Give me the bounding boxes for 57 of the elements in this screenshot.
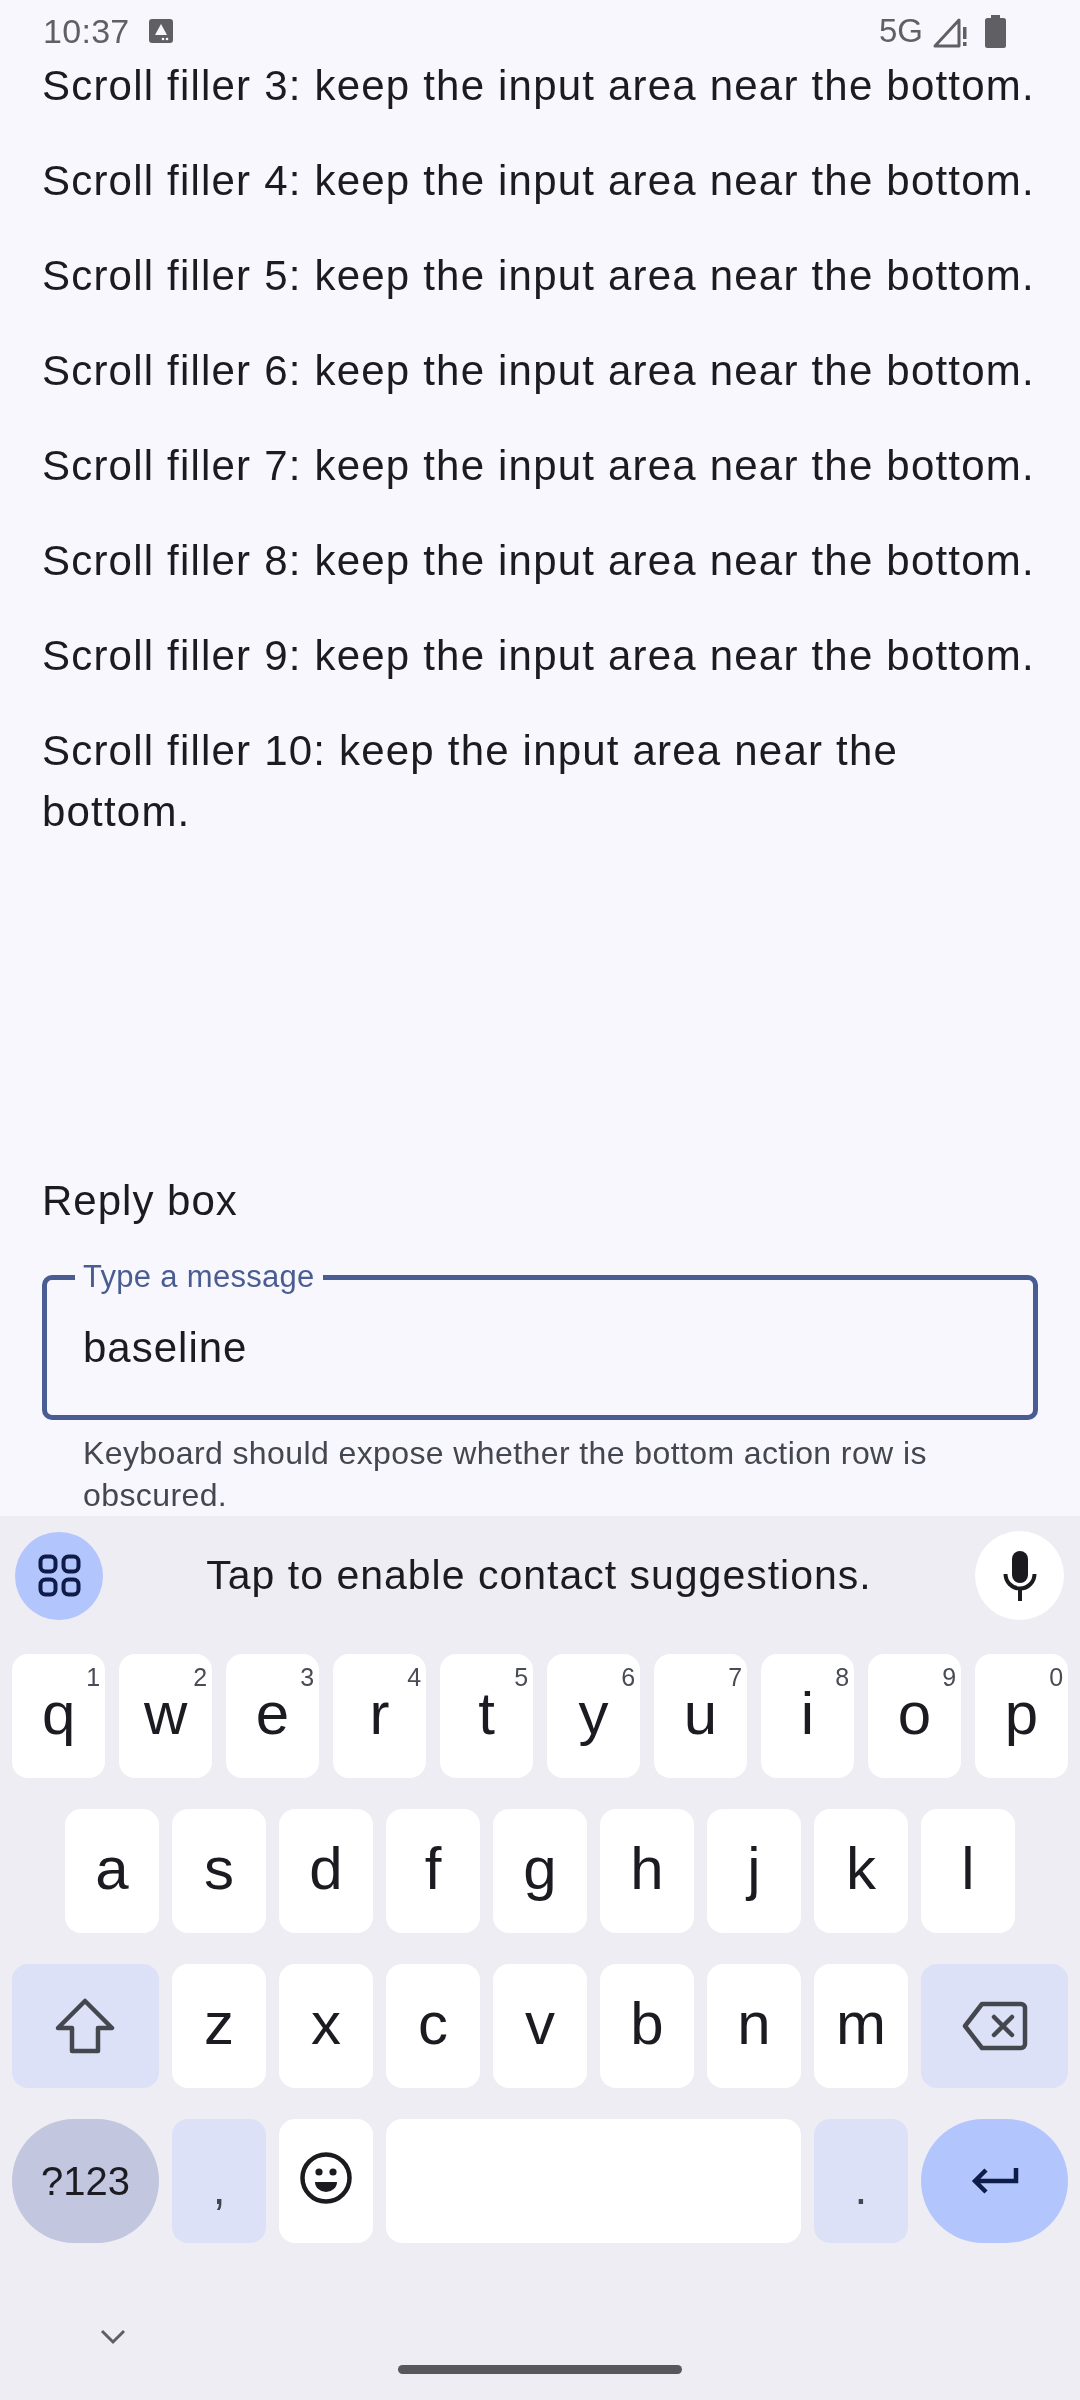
letter-key[interactable]: f bbox=[386, 1809, 480, 1933]
letter-key[interactable]: m bbox=[814, 1964, 908, 2088]
letter-key[interactable]: n bbox=[707, 1964, 801, 2088]
key-hint: 1 bbox=[86, 1665, 101, 1690]
shift-icon bbox=[55, 1998, 116, 2054]
key-hint: 8 bbox=[835, 1665, 850, 1690]
letter-key[interactable]: s bbox=[172, 1809, 266, 1933]
key-hint: 7 bbox=[728, 1665, 743, 1690]
filler-paragraph: Scroll filler 9: keep the input area near the bottom. bbox=[42, 631, 1036, 681]
letter-key[interactable]: x bbox=[279, 1964, 373, 2088]
letter-key[interactable]: t 5 bbox=[439, 1654, 534, 1778]
notification-icon bbox=[148, 19, 173, 43]
battery-icon bbox=[985, 14, 1006, 48]
letter-key[interactable]: c bbox=[386, 1964, 480, 2088]
suggestion-prompt[interactable]: Tap to enable contact suggestions. bbox=[206, 1552, 872, 1599]
letter-key[interactable]: h bbox=[600, 1809, 694, 1933]
microphone-icon bbox=[1002, 1550, 1037, 1601]
filler-paragraph: Scroll filler 3: keep the input area near the bottom. bbox=[42, 61, 1036, 111]
symbols-key[interactable]: ?123 bbox=[12, 2119, 159, 2243]
letter-key[interactable]: l bbox=[921, 1809, 1015, 1933]
letter-key[interactable]: i 8 bbox=[760, 1654, 855, 1778]
key-hint: 2 bbox=[193, 1665, 208, 1690]
letter-key[interactable]: v bbox=[493, 1964, 587, 2088]
filler-paragraph: Scroll filler 10: keep the input area near the bottom. bbox=[42, 726, 899, 837]
key-hint: 4 bbox=[407, 1665, 422, 1690]
shift-key[interactable] bbox=[12, 1964, 159, 2088]
letter-key[interactable]: z bbox=[172, 1964, 266, 2088]
smiley-icon bbox=[300, 2152, 352, 2204]
status-time: 10:37 bbox=[43, 11, 130, 51]
network-type: 5G bbox=[878, 12, 923, 50]
letter-key[interactable]: g bbox=[493, 1809, 587, 1933]
filler-paragraph: Scroll filler 5: keep the input area near the bottom. bbox=[42, 251, 1036, 301]
letter-key[interactable]: a bbox=[65, 1809, 159, 1933]
emoji-key[interactable] bbox=[279, 2119, 373, 2243]
punctuation-key[interactable]: , bbox=[172, 2119, 266, 2243]
punctuation-key[interactable]: . bbox=[814, 2119, 908, 2243]
letter-key[interactable]: j bbox=[707, 1809, 801, 1933]
chevron-down-icon[interactable] bbox=[100, 2329, 126, 2345]
letter-key[interactable]: k bbox=[814, 1809, 908, 1933]
grid-icon bbox=[37, 1554, 81, 1597]
section-title: Reply box bbox=[42, 1176, 239, 1226]
letter-key[interactable]: b bbox=[600, 1964, 694, 2088]
filler-paragraph: Scroll filler 8: keep the input area near the bottom. bbox=[42, 536, 1036, 586]
backspace-icon bbox=[961, 2001, 1028, 2051]
letter-key[interactable]: r 4 bbox=[332, 1654, 427, 1778]
key-hint: 6 bbox=[621, 1665, 636, 1690]
helper-text: Keyboard should expose whether the bottom action row is obscured. bbox=[82, 1434, 928, 1515]
letter-key[interactable]: y 6 bbox=[546, 1654, 641, 1778]
letter-key[interactable]: d bbox=[279, 1809, 373, 1933]
filler-paragraph: Scroll filler 7: keep the input area near the bottom. bbox=[42, 441, 1036, 491]
key-hint: 0 bbox=[1049, 1665, 1064, 1690]
key-hint: 3 bbox=[300, 1665, 315, 1690]
key-hint: 5 bbox=[514, 1665, 529, 1690]
filler-paragraph: Scroll filler 6: keep the input area near the bottom. bbox=[42, 346, 1036, 396]
filler-paragraph: Scroll filler 4: keep the input area near the bottom. bbox=[42, 156, 1036, 206]
backspace-key[interactable] bbox=[921, 1964, 1068, 2088]
key-hint: 9 bbox=[942, 1665, 957, 1690]
